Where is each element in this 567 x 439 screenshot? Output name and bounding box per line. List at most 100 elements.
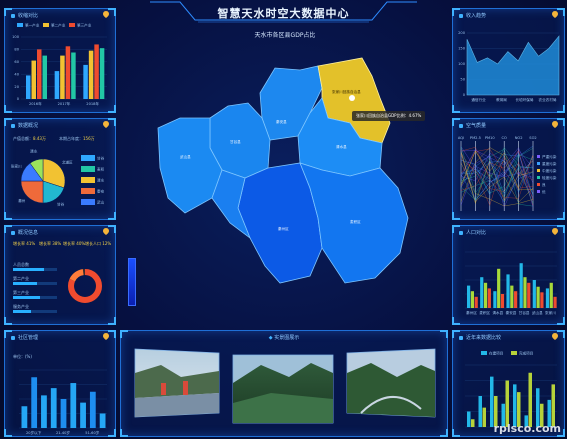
legend-label: 严重污染 bbox=[542, 154, 557, 159]
bar bbox=[523, 277, 527, 308]
bar bbox=[83, 64, 88, 99]
location-pin-icon bbox=[552, 228, 558, 235]
legend-swatch bbox=[81, 166, 95, 172]
stat-text: 增长人口 12% bbox=[85, 241, 112, 246]
bar bbox=[478, 396, 482, 427]
bar bbox=[536, 286, 540, 308]
pie-label: 甘谷 bbox=[57, 201, 65, 206]
x-tick-label: 20岁以下 bbox=[26, 430, 42, 435]
bar bbox=[60, 399, 67, 428]
bar bbox=[480, 277, 484, 308]
bar bbox=[471, 419, 475, 427]
legend-label: 轻度污染 bbox=[542, 175, 557, 180]
legend-swatch bbox=[537, 176, 540, 179]
bar bbox=[467, 285, 471, 308]
x-tick-label: 武山县 bbox=[532, 310, 543, 315]
pie-label: 秦州 bbox=[18, 198, 26, 203]
y-tick-label: 200 bbox=[458, 31, 466, 35]
bar bbox=[497, 268, 501, 308]
bar bbox=[26, 75, 31, 99]
bar bbox=[99, 413, 106, 428]
bar bbox=[470, 291, 474, 308]
legend-swatch bbox=[537, 162, 540, 165]
bar bbox=[71, 52, 76, 99]
panel-title: 收缩对比 bbox=[11, 12, 38, 19]
stat-text: 增长率 41% bbox=[13, 241, 36, 246]
panel-shrink-compare: 收缩对比 第一产业 第二产业 第三产业 100 80 60 40 20 0 2016年 2017年 2… bbox=[4, 8, 116, 113]
map-label: 武山县 bbox=[180, 154, 191, 159]
legend-swatch bbox=[81, 155, 95, 161]
y-tick-label: 100 bbox=[458, 62, 466, 66]
progress-bar bbox=[13, 310, 57, 313]
x-tick-label: 21-40岁 bbox=[56, 430, 70, 435]
bar bbox=[54, 71, 60, 99]
legend-label: 在建项目 bbox=[489, 351, 503, 356]
tianshui-map: 秦安县 张家川回族自治县 清水县 甘谷县 武山县 秦州区 麦积区 bbox=[157, 57, 409, 284]
bar bbox=[519, 263, 523, 308]
legend-label: 第一产业 bbox=[25, 23, 40, 28]
bar bbox=[37, 49, 42, 99]
x-tick-label: 通信行业 bbox=[471, 97, 486, 102]
panel-population-compare: 人口对比 秦州区 麦积区 清水县 秦安县 甘谷县 武山县 张家川 bbox=[452, 225, 565, 325]
legend-swatch bbox=[537, 190, 540, 193]
panel-scene-photos: ◆ 实景图展示 bbox=[120, 330, 448, 437]
bar bbox=[487, 288, 491, 308]
panel-title: 空气质量 bbox=[459, 122, 486, 129]
legend-label: 秦安 bbox=[97, 189, 105, 194]
axis-label: NO2 bbox=[515, 136, 523, 140]
location-pin-icon bbox=[103, 228, 109, 235]
x-tick-label: 秦安县 bbox=[506, 310, 517, 315]
bar bbox=[99, 48, 105, 99]
pie-label: 清水 bbox=[30, 148, 38, 153]
axis-label: CO bbox=[502, 136, 508, 140]
location-pin-icon bbox=[552, 11, 558, 18]
stat-text: 增长率 38% bbox=[39, 241, 62, 246]
panel-summary-info: 概况信息 增长率 41% 增长率 38% 增长率 40% 增长人口 12% 人员… bbox=[4, 225, 116, 325]
legend-label: 优 bbox=[542, 189, 546, 194]
bar bbox=[528, 372, 532, 427]
scene-photo-city[interactable] bbox=[134, 348, 220, 418]
legend-swatch bbox=[81, 199, 95, 205]
axis-label: PM10 bbox=[485, 136, 496, 140]
progress-bar bbox=[13, 282, 57, 285]
legend-swatch bbox=[537, 169, 540, 172]
bar bbox=[21, 406, 28, 428]
bar bbox=[506, 274, 510, 308]
scene-photo-mountain[interactable] bbox=[232, 354, 334, 424]
bar bbox=[60, 55, 65, 99]
x-tick-label: 51-60岁 bbox=[85, 430, 99, 435]
panel-title: 收入趋势 bbox=[459, 12, 486, 19]
axis-label: PM2.5 bbox=[470, 136, 481, 140]
bar bbox=[50, 388, 57, 428]
income-trend-chart: 200 150 100 50 0 通信行业 教育局 长垣环保局 农业农村局 bbox=[458, 31, 560, 102]
scene-photos bbox=[134, 348, 436, 424]
stat-text: 增长率 40% bbox=[63, 241, 86, 246]
bar bbox=[31, 377, 38, 428]
legend-swatch bbox=[481, 351, 487, 355]
panel-title: 人口对比 bbox=[459, 229, 486, 236]
legend-swatch bbox=[17, 23, 23, 27]
donut-chart bbox=[68, 269, 102, 303]
bar bbox=[80, 402, 86, 428]
bar bbox=[474, 296, 478, 308]
panel-title: ◆ 实景图展示 bbox=[268, 335, 300, 341]
bar bbox=[94, 44, 99, 99]
bar bbox=[65, 46, 71, 99]
legend-label: 清水 bbox=[97, 178, 105, 183]
x-tick-label: 麦积区 bbox=[479, 310, 490, 315]
x-tick-label: 清水县 bbox=[492, 310, 503, 315]
bar bbox=[513, 384, 517, 427]
legend-label: 甘谷 bbox=[97, 156, 105, 161]
legend-swatch bbox=[537, 183, 540, 186]
data-line bbox=[460, 148, 534, 207]
y-tick-label: 60 bbox=[14, 60, 19, 64]
scene-photo-valley[interactable] bbox=[346, 348, 436, 418]
map-label: 秦安县 bbox=[276, 119, 287, 124]
panel-community: 社区管理 单位：(%) 20岁以下 21-40岁 51-60岁 bbox=[4, 330, 116, 437]
legend-label: 麦积 bbox=[97, 167, 105, 172]
axis-label: AQI bbox=[458, 136, 464, 140]
bar bbox=[540, 292, 544, 308]
map-label: 清水县 bbox=[336, 144, 347, 149]
bar bbox=[31, 60, 36, 99]
location-pin-icon bbox=[552, 333, 558, 340]
